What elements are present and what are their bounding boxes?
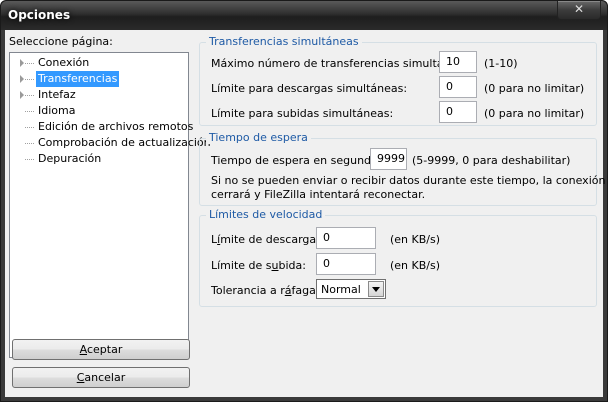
tree-item-label[interactable]: Idioma [36, 103, 77, 119]
download-speed-unit: (en KB/s) [390, 233, 441, 246]
timeout-hint: (5-9999, 0 para deshabilitar) [412, 154, 571, 167]
burst-tolerance-value: Normal [321, 283, 361, 296]
upload-limit-input[interactable]: 0 [439, 101, 477, 123]
ok-label-post: ceptar [86, 343, 123, 356]
download-limit-input[interactable]: 0 [439, 76, 477, 98]
expand-arrow-icon[interactable] [20, 91, 24, 99]
max-transfers-hint: (1-10) [484, 57, 518, 70]
tree-item-label[interactable]: Conexión [36, 55, 91, 71]
burst-tolerance-select[interactable]: Normal [316, 279, 386, 299]
download-speed-label-post: mite de descarga: [220, 233, 320, 246]
upload-speed-label-accel: u [271, 259, 279, 272]
upload-limit-label: Límite para subidas simultáneas: [211, 107, 394, 120]
upload-speed-unit: (en KB/s) [390, 259, 441, 272]
group-title: Tiempo de espera [206, 131, 311, 144]
timeout-label: Tiempo de espera en segundos: [211, 154, 388, 167]
chevron-down-icon[interactable] [368, 281, 384, 297]
burst-tolerance-label-pre: Tolerancia a r [211, 284, 285, 297]
page-tree[interactable]: Conexión Transferencias Intefaz Idioma E… [9, 52, 211, 358]
expand-arrow-icon[interactable] [20, 75, 24, 83]
max-transfers-input[interactable]: 10 [439, 51, 477, 73]
ok-button[interactable]: Aceptar [12, 339, 190, 360]
close-icon: ✕ [573, 2, 585, 16]
timeout-group: Tiempo de espera Tiempo de espera en seg… [199, 131, 608, 206]
cancel-label-post: ancelar [84, 371, 126, 384]
tree-item-label[interactable]: Transferencias [36, 71, 120, 87]
dialog-body: Seleccione página: Conexión Transferenci… [5, 30, 608, 397]
upload-speed-label-pre: Límite de s [211, 259, 272, 272]
title-bar[interactable]: Opciones ✕ [1, 1, 607, 30]
download-speed-label: Límite de descarga: [211, 233, 320, 246]
upload-speed-label: Límite de subida: [211, 259, 306, 272]
download-limit-label: Límite para descargas simultáneas: [211, 82, 408, 95]
tree-item-label[interactable]: Comprobación de actualización [36, 135, 213, 151]
burst-tolerance-label-accel: á [284, 284, 292, 297]
upload-limit-hint: (0 para no limitar) [484, 107, 585, 120]
download-limit-hint: (0 para no limitar) [484, 82, 585, 95]
timeout-note-line1: Si no se pueden enviar o recibir datos d… [211, 174, 608, 187]
timeout-input[interactable]: 9999 [370, 148, 407, 170]
burst-tolerance-label: Tolerancia a ráfagas: [211, 284, 325, 297]
cancel-button[interactable]: Cancelar [12, 367, 190, 388]
group-title: Límites de velocidad [206, 208, 326, 221]
upload-speed-input[interactable]: 0 [316, 253, 376, 275]
tree-item-label[interactable]: Edición de archivos remotos [36, 119, 195, 135]
max-transfers-label: Máximo número de transferencias simultán… [211, 57, 474, 70]
tree-item-label[interactable]: Depuración [36, 151, 103, 167]
page-selector-label: Seleccione página: [9, 35, 113, 48]
download-speed-input[interactable]: 0 [316, 227, 376, 249]
close-button[interactable]: ✕ [557, 1, 601, 20]
tree-item-label[interactable]: Intefaz [36, 87, 78, 103]
ok-label-accel: A [79, 343, 87, 356]
window-title: Opciones [8, 8, 71, 22]
speed-limits-group: Límites de velocidad Límite de descarga:… [199, 208, 597, 307]
options-dialog: Opciones ✕ Seleccione página: Conexión T… [0, 0, 608, 402]
simultaneous-transfers-group: Transferencias simultáneas Máximo número… [199, 35, 597, 126]
timeout-note-line2: cerrará y FileZilla intentará reconectar… [211, 188, 426, 201]
expand-arrow-icon[interactable] [20, 59, 24, 67]
group-title: Transferencias simultáneas [206, 35, 362, 48]
upload-speed-label-post: bida: [278, 259, 306, 272]
